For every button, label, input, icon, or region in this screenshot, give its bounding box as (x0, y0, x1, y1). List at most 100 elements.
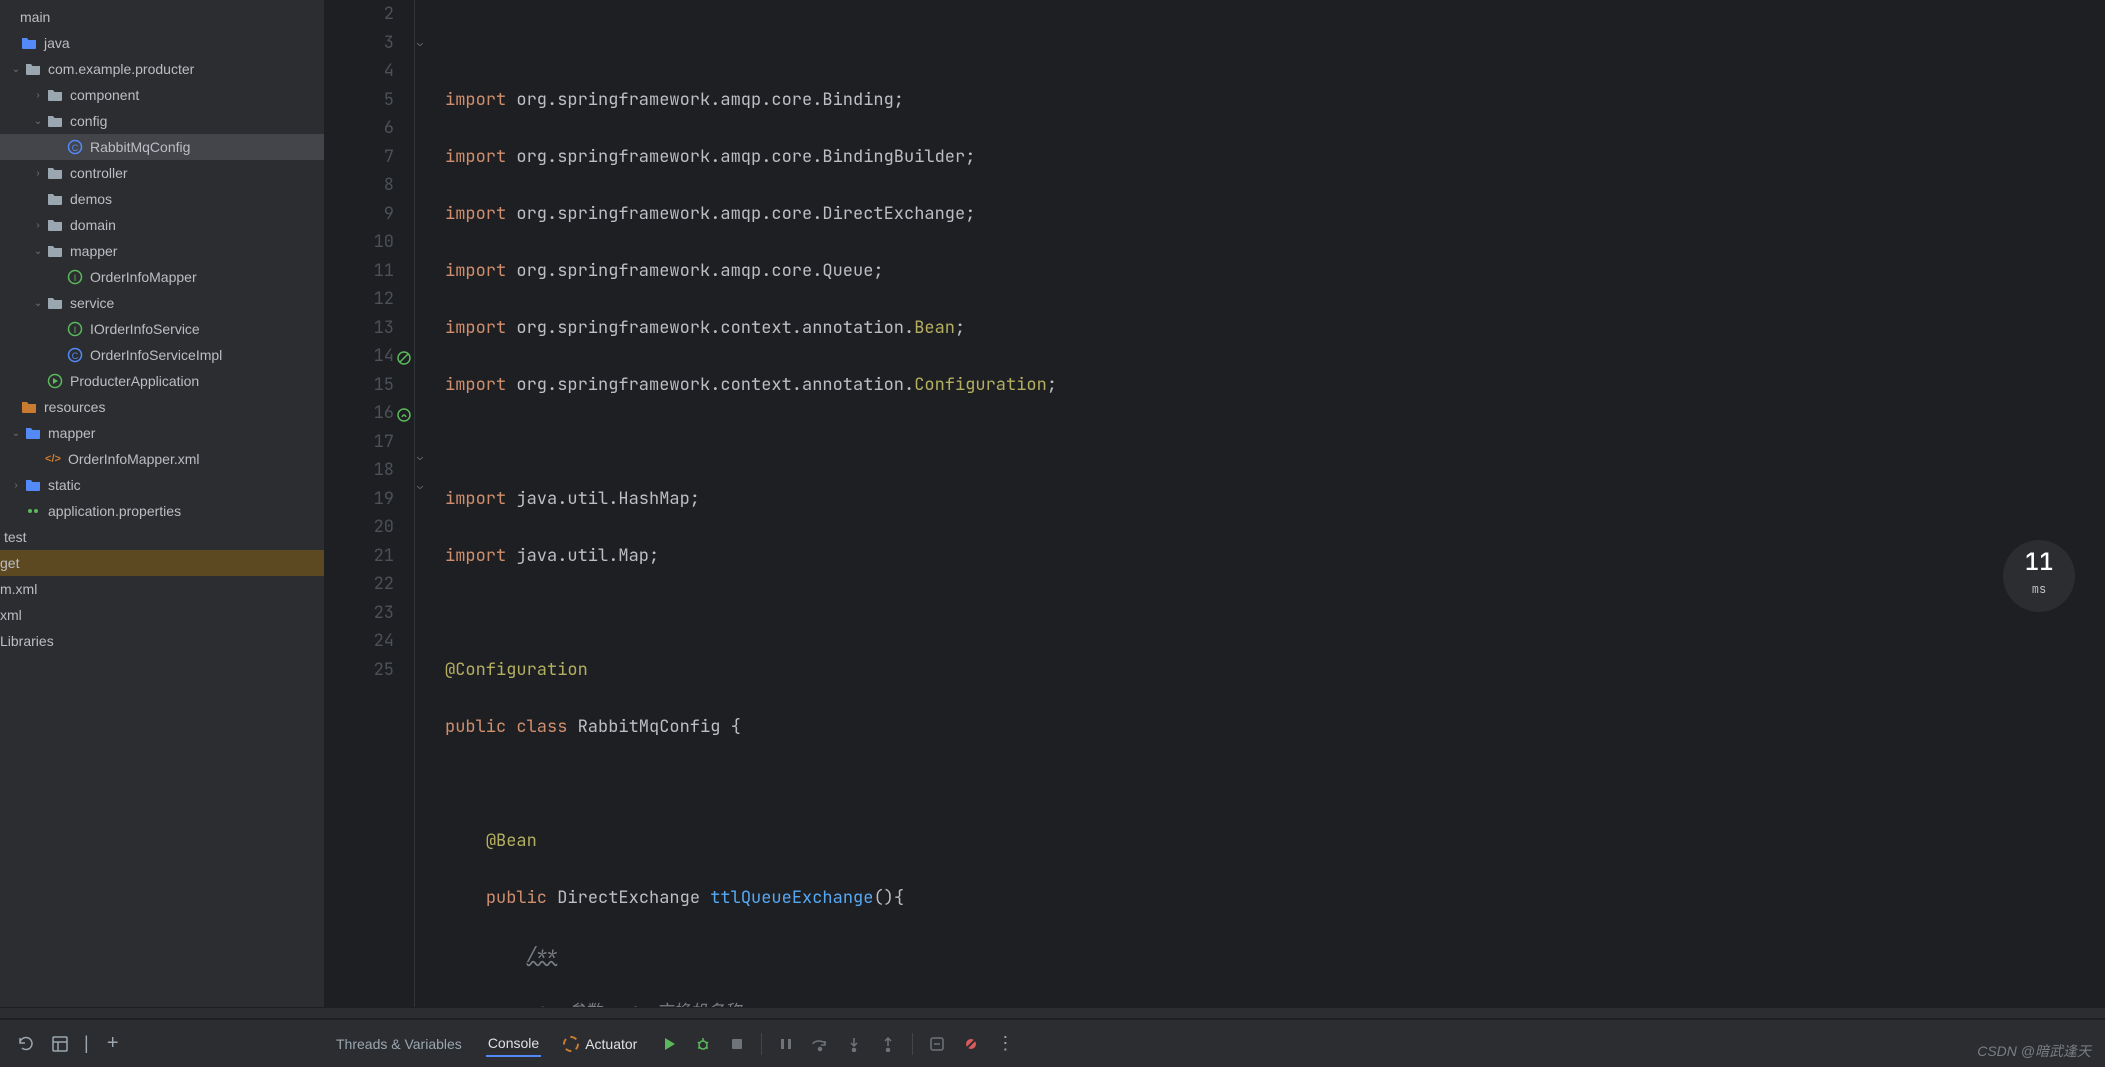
line-number: 2 (325, 0, 394, 29)
perf-unit: ms (2032, 575, 2046, 604)
line-number: 7 (325, 143, 394, 172)
tree-item-resources[interactable]: resources (0, 394, 324, 420)
fold-down-icon[interactable]: ⌄ (417, 443, 423, 472)
tree-item-demos[interactable]: demos (0, 186, 324, 212)
fold-down-icon[interactable]: ⌄ (417, 29, 423, 58)
tree-item-iorderinfoservice[interactable]: I IOrderInfoService (0, 316, 324, 342)
tree-label: mapper (48, 425, 95, 441)
interface-icon: I (66, 268, 84, 286)
tree-label: test (4, 529, 27, 545)
step-out-icon[interactable] (878, 1034, 898, 1054)
tab-threads-variables[interactable]: Threads & Variables (334, 1032, 464, 1056)
folder-icon (24, 476, 42, 494)
rerun-icon[interactable] (16, 1034, 36, 1054)
step-into-icon[interactable] (844, 1034, 864, 1054)
stop-icon[interactable] (727, 1034, 747, 1054)
package-icon (46, 242, 64, 260)
xml-icon: </> (44, 450, 62, 468)
package-icon (46, 86, 64, 104)
chevron-down-icon: ⌄ (8, 425, 24, 441)
tree-label: demos (70, 191, 112, 207)
line-number: 12 (325, 285, 394, 314)
line-number: 22 (325, 570, 394, 599)
debug-toolbar: | + Threads & Variables Console Actuator… (0, 1019, 2105, 1067)
tree-item-rabbitmqconfig[interactable]: C RabbitMqConfig (0, 134, 324, 160)
step-over-icon[interactable] (810, 1034, 830, 1054)
tree-item-appprops[interactable]: application.properties (0, 498, 324, 524)
line-number: 23 (325, 599, 394, 628)
tree-item-orderinfomapperxml[interactable]: </> OrderInfoMapper.xml (0, 446, 324, 472)
tree-item-producerapp[interactable]: ProducterApplication (0, 368, 324, 394)
line-number: 13 (325, 314, 394, 343)
fold-down-icon[interactable]: ⌄ (417, 472, 423, 501)
evaluate-icon[interactable] (927, 1034, 947, 1054)
tree-item-domain[interactable]: › domain (0, 212, 324, 238)
line-number: 25 (325, 656, 394, 685)
line-number: 6 (325, 114, 394, 143)
tree-item-target[interactable]: get (0, 550, 324, 576)
package-icon (46, 216, 64, 234)
add-icon[interactable]: + (103, 1034, 123, 1054)
interface-icon: I (66, 320, 84, 338)
line-number: 9 (325, 200, 394, 229)
class-icon: C (66, 346, 84, 364)
mute-breakpoints-icon[interactable] (961, 1034, 981, 1054)
tree-item-test[interactable]: test (0, 524, 324, 550)
tree-label: RabbitMqConfig (90, 139, 190, 155)
gutter-bean-icon[interactable] (396, 404, 412, 420)
resume-icon[interactable] (659, 1034, 679, 1054)
svg-text:I: I (74, 273, 77, 283)
tree-label: controller (70, 165, 128, 181)
tree-item-java[interactable]: java (0, 30, 324, 56)
tree-item-main[interactable]: main (0, 4, 324, 30)
tree-label: m.xml (0, 581, 37, 597)
chevron-right-icon: › (8, 477, 24, 493)
layout-icon[interactable] (50, 1034, 70, 1054)
fold-column: ⌄ ⌄ ⌄ (415, 0, 433, 1007)
tree-label: ProducterApplication (70, 373, 199, 389)
chevron-down-icon: ⌄ (8, 61, 24, 77)
chevron-icon (4, 399, 20, 415)
tree-item-config[interactable]: ⌄ config (0, 108, 324, 134)
pause-icon[interactable] (776, 1034, 796, 1054)
divider (761, 1033, 762, 1055)
gutter-icon[interactable] (396, 347, 412, 363)
tree-item-libraries[interactable]: Libraries (0, 628, 324, 654)
tab-actuator[interactable]: Actuator (563, 1036, 637, 1052)
code-editor[interactable]: 2 3 4 5 6 7 8 9 10 11 12 13 14 15 16 17 … (325, 0, 2105, 1007)
tree-item-component[interactable]: › component (0, 82, 324, 108)
tree-item-service[interactable]: ⌄ service (0, 290, 324, 316)
more-icon[interactable]: ⋮ (995, 1034, 1015, 1054)
package-icon (46, 112, 64, 130)
line-number: 11 (325, 257, 394, 286)
tab-console[interactable]: Console (486, 1031, 541, 1057)
line-number: 24 (325, 627, 394, 656)
tree-label: service (70, 295, 114, 311)
code-content[interactable]: import org.springframework.amqp.core.Bin… (433, 0, 2105, 1007)
tree-item-pkg[interactable]: ⌄ com.example.producter (0, 56, 324, 82)
tree-item-static[interactable]: › static (0, 472, 324, 498)
tree-item-mapper2[interactable]: ⌄ mapper (0, 420, 324, 446)
chevron-right-icon: › (30, 165, 46, 181)
project-tree[interactable]: main java ⌄ com.example.producter › comp… (0, 0, 325, 1007)
tree-item-xml[interactable]: xml (0, 602, 324, 628)
tree-item-orderinfoserviceimpl[interactable]: C OrderInfoServiceImpl (0, 342, 324, 368)
tree-label: OrderInfoMapper.xml (68, 451, 200, 467)
tree-label: application.properties (48, 503, 181, 519)
panel-divider[interactable] (0, 1007, 2105, 1019)
divider (912, 1033, 913, 1055)
tree-item-orderinfomapper[interactable]: I OrderInfoMapper (0, 264, 324, 290)
debug-icon[interactable] (693, 1034, 713, 1054)
line-number: 15 (325, 371, 394, 400)
tree-label: com.example.producter (48, 61, 194, 77)
tree-item-controller[interactable]: › controller (0, 160, 324, 186)
tree-label: static (48, 477, 81, 493)
tree-item-mxml[interactable]: m.xml (0, 576, 324, 602)
tree-item-mapper[interactable]: ⌄ mapper (0, 238, 324, 264)
chevron-icon (4, 9, 20, 25)
performance-badge[interactable]: 11 ms (2003, 540, 2075, 612)
chevron-down-icon: ⌄ (30, 113, 46, 129)
actuator-label: Actuator (585, 1036, 637, 1052)
tree-label: main (20, 9, 50, 25)
tree-label: domain (70, 217, 116, 233)
